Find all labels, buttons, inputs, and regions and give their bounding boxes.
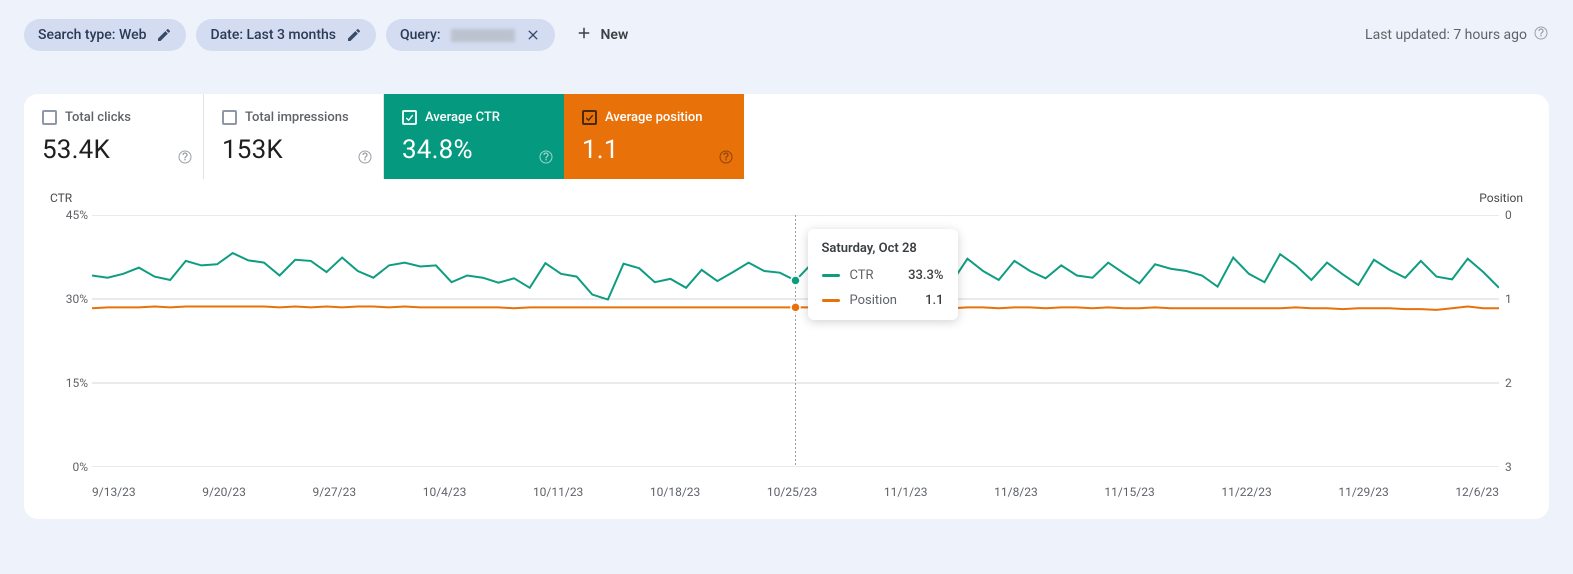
- chip-label: Query:: [400, 27, 441, 43]
- metric-total-impressions[interactable]: Total impressions 153K: [204, 94, 384, 179]
- pencil-icon: [156, 27, 172, 43]
- metric-value: 53.4K: [42, 135, 187, 165]
- x-tick: 11/8/23: [994, 485, 1038, 499]
- redacted-query-value: [451, 29, 515, 42]
- metric-avg-ctr[interactable]: Average CTR 34.8%: [384, 94, 564, 179]
- pencil-icon: [346, 27, 362, 43]
- metrics-row: Total clicks 53.4K Total impressions 153…: [24, 94, 1549, 179]
- metric-label: Average position: [605, 110, 703, 125]
- help-icon[interactable]: [718, 149, 734, 169]
- tooltip-key: CTR: [850, 268, 874, 283]
- x-tick: 9/13/23: [92, 485, 136, 499]
- metric-label: Average CTR: [425, 110, 500, 125]
- legend-swatch-position: [822, 299, 840, 302]
- x-tick: 10/18/23: [650, 485, 700, 499]
- topbar: Search type: Web Date: Last 3 months Que…: [24, 16, 1549, 54]
- help-icon[interactable]: [538, 149, 554, 169]
- x-tick: 9/27/23: [312, 485, 356, 499]
- plus-icon: [575, 24, 593, 46]
- metric-label: Total clicks: [65, 110, 131, 125]
- x-axis-ticks: 9/13/23 9/20/23 9/27/23 10/4/23 10/11/23 10/1…: [92, 485, 1499, 499]
- tooltip-key: Position: [850, 293, 897, 308]
- help-icon[interactable]: [177, 149, 193, 169]
- tooltip-value: 1.1: [925, 293, 943, 308]
- x-tick: 10/11/23: [533, 485, 583, 499]
- y-axis-left-title: CTR: [50, 191, 72, 205]
- metric-label: Total impressions: [245, 110, 349, 125]
- x-tick: 10/25/23: [767, 485, 817, 499]
- x-tick: 11/29/23: [1338, 485, 1388, 499]
- last-updated-text: Last updated: 7 hours ago: [1365, 27, 1527, 43]
- x-tick: 11/1/23: [884, 485, 928, 499]
- filter-chips: Search type: Web Date: Last 3 months Que…: [24, 16, 638, 54]
- new-filter-button[interactable]: New: [565, 16, 639, 54]
- tooltip-value: 33.3%: [908, 268, 943, 283]
- metric-value: 1.1: [582, 135, 728, 165]
- metric-total-clicks[interactable]: Total clicks 53.4K: [24, 94, 204, 179]
- help-icon[interactable]: [1533, 25, 1549, 45]
- x-tick: 10/4/23: [423, 485, 467, 499]
- performance-card: Total clicks 53.4K Total impressions 153…: [24, 94, 1549, 519]
- y-axis-right-title: Position: [1479, 191, 1523, 205]
- chip-label: Date: Last 3 months: [210, 27, 336, 43]
- x-tick: 9/20/23: [202, 485, 246, 499]
- chip-query[interactable]: Query:: [386, 19, 555, 51]
- x-tick: 12/6/23: [1455, 485, 1499, 499]
- last-updated: Last updated: 7 hours ago: [1365, 25, 1549, 45]
- checkbox-icon: [582, 110, 597, 125]
- close-icon[interactable]: [525, 27, 541, 43]
- chip-date[interactable]: Date: Last 3 months: [196, 19, 376, 51]
- new-filter-label: New: [601, 27, 629, 43]
- plot-region[interactable]: 0%315%230%145%0: [92, 215, 1499, 467]
- chart-tooltip: Saturday, Oct 28 CTR 33.3% Position 1.1: [808, 229, 958, 320]
- chip-search-type[interactable]: Search type: Web: [24, 19, 186, 51]
- checkbox-icon: [42, 110, 57, 125]
- checkbox-icon: [222, 110, 237, 125]
- chart-area: CTR Position 0%315%230%145%0 9/13/23 9/20…: [24, 179, 1549, 519]
- tooltip-date: Saturday, Oct 28: [822, 241, 944, 256]
- metric-value: 34.8%: [402, 135, 548, 165]
- help-icon[interactable]: [357, 149, 373, 169]
- legend-swatch-ctr: [822, 274, 840, 277]
- chip-label: Search type: Web: [38, 27, 146, 43]
- metric-value: 153K: [222, 135, 367, 165]
- checkbox-icon: [402, 110, 417, 125]
- metric-avg-position[interactable]: Average position 1.1: [564, 94, 744, 179]
- x-tick: 11/22/23: [1221, 485, 1271, 499]
- x-tick: 11/15/23: [1104, 485, 1154, 499]
